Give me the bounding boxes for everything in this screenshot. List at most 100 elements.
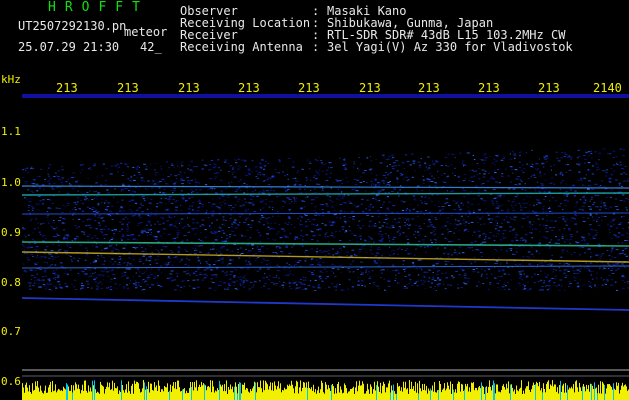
noise-pixel (577, 282, 579, 284)
indicator-bar (545, 392, 546, 400)
indicator-bar (318, 386, 319, 400)
noise-pixel (233, 284, 235, 286)
noise-pixel (609, 206, 612, 208)
noise-pixel (259, 280, 261, 282)
indicator-bar (71, 385, 72, 400)
noise-pixel (128, 251, 131, 253)
noise-pixel (245, 209, 248, 211)
noise-pixel (163, 263, 167, 265)
indicator-bar (296, 380, 297, 400)
noise-pixel (578, 164, 581, 166)
noise-pixel (173, 279, 176, 281)
noise-pixel (553, 183, 555, 185)
noise-pixel (398, 195, 400, 197)
noise-pixel (489, 284, 491, 285)
indicator-bar (111, 389, 112, 400)
noise-pixel (33, 282, 36, 284)
noise-pixel (515, 247, 517, 249)
noise-pixel (229, 233, 232, 235)
noise-pixel (234, 221, 236, 223)
noise-pixel (138, 244, 142, 246)
noise-pixel (409, 204, 411, 206)
noise-pixel (347, 220, 351, 222)
noise-pixel (564, 276, 567, 278)
noise-pixel (352, 260, 355, 262)
noise-pixel (383, 252, 385, 254)
noise-pixel (169, 261, 172, 262)
noise-pixel (29, 288, 32, 290)
noise-pixel (322, 163, 325, 165)
noise-pixel (302, 276, 305, 278)
noise-pixel (56, 269, 58, 271)
noise-pixel (392, 254, 395, 256)
noise-pixel (600, 256, 602, 258)
noise-pixel (252, 254, 255, 256)
indicator-bar (518, 391, 519, 400)
noise-pixel (51, 264, 53, 265)
noise-pixel (277, 215, 280, 217)
noise-pixel (370, 160, 372, 162)
noise-pixel (542, 206, 545, 207)
noise-pixel (64, 205, 67, 207)
noise-pixel (565, 190, 568, 192)
noise-pixel (290, 265, 293, 267)
noise-pixel (549, 264, 552, 266)
noise-pixel (583, 198, 585, 200)
noise-pixel (135, 272, 137, 274)
noise-pixel (349, 263, 353, 265)
indicator-bar (344, 383, 345, 400)
noise-pixel (406, 160, 410, 162)
noise-pixel (444, 272, 448, 274)
noise-pixel (87, 218, 91, 220)
noise-pixel (399, 173, 403, 175)
indicator-bar (613, 383, 614, 400)
noise-pixel (51, 258, 54, 260)
noise-pixel (73, 286, 76, 288)
noise-pixel (619, 223, 621, 224)
noise-pixel (487, 218, 490, 220)
noise-pixel (559, 171, 563, 173)
noise-pixel (366, 268, 370, 270)
indicator-bar (367, 383, 368, 400)
indicator-bar (216, 391, 217, 400)
noise-pixel (472, 256, 474, 258)
noise-pixel (596, 219, 599, 221)
noise-pixel (553, 282, 556, 284)
noise-pixel (339, 210, 343, 212)
indicator-bar (426, 385, 427, 400)
indicator-bar (443, 388, 444, 400)
noise-pixel (209, 188, 211, 190)
indicator-bar (607, 384, 608, 400)
noise-pixel (168, 198, 171, 200)
noise-pixel (540, 270, 543, 272)
noise-pixel (515, 169, 518, 171)
y-tick-label: 0.9 (1, 226, 21, 239)
noise-pixel (164, 246, 168, 248)
noise-pixel (313, 175, 317, 177)
noise-pixel (102, 257, 105, 259)
indicator-bar (532, 385, 533, 400)
noise-pixel (237, 158, 240, 160)
noise-pixel (329, 196, 332, 198)
indicator-bar (291, 380, 292, 400)
noise-pixel (582, 209, 584, 211)
noise-pixel (568, 155, 570, 157)
indicator-bar (143, 380, 144, 400)
noise-pixel (125, 268, 129, 270)
indicator-bar (567, 385, 568, 400)
noise-pixel (542, 163, 545, 165)
noise-pixel (67, 235, 70, 237)
noise-pixel (463, 277, 467, 279)
noise-pixel (450, 191, 453, 192)
noise-pixel (317, 223, 319, 225)
noise-pixel (33, 179, 36, 181)
x-tick-label: 213 (538, 81, 560, 95)
noise-pixel (493, 225, 496, 227)
noise-pixel (542, 208, 545, 210)
noise-pixel (137, 165, 139, 167)
noise-pixel (270, 200, 273, 202)
noise-pixel (557, 239, 560, 241)
noise-pixel (136, 239, 138, 241)
noise-pixel (288, 221, 290, 223)
noise-pixel (267, 184, 270, 186)
